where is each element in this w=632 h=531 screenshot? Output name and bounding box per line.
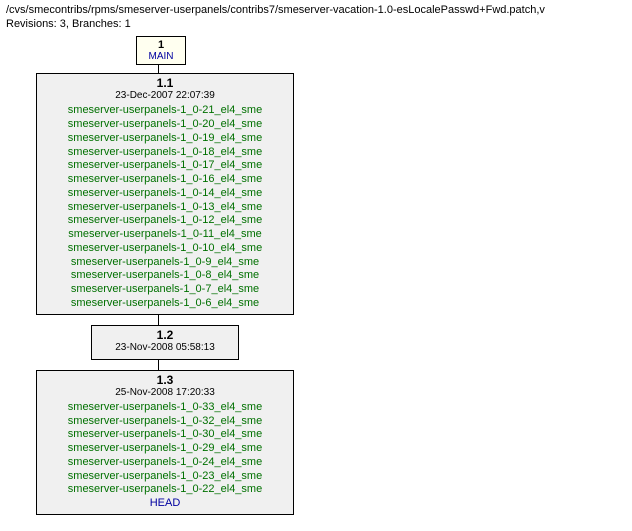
revision-box[interactable]: 1.123-Dec-2007 22:07:39 smeserver-userpan…: [36, 73, 294, 314]
revision-date: 25-Nov-2008 17:20:33: [45, 387, 285, 399]
revision-tag[interactable]: smeserver-userpanels-1_0-32_el4_sme: [45, 415, 285, 429]
revision-date: 23-Nov-2008 05:58:13: [100, 342, 230, 354]
revision-number: 1.1: [45, 77, 285, 90]
revision-tag[interactable]: smeserver-userpanels-1_0-33_el4_sme: [45, 401, 285, 415]
revision-box[interactable]: 1.223-Nov-2008 05:58:13: [91, 325, 239, 360]
revision-date: 23-Dec-2007 22:07:39: [45, 90, 285, 102]
branch-name: MAIN: [141, 51, 181, 62]
revision-tag[interactable]: smeserver-userpanels-1_0-10_el4_sme: [45, 242, 285, 256]
revision-tag[interactable]: smeserver-userpanels-1_0-18_el4_sme: [45, 146, 285, 160]
revisions-summary: Revisions: 3, Branches: 1: [6, 18, 626, 30]
connector: [158, 315, 159, 325]
revision-tag[interactable]: smeserver-userpanels-1_0-12_el4_sme: [45, 214, 285, 228]
connector: [158, 360, 159, 370]
revision-tag[interactable]: smeserver-userpanels-1_0-14_el4_sme: [45, 187, 285, 201]
revision-tag[interactable]: smeserver-userpanels-1_0-6_el4_sme: [45, 297, 285, 311]
revision-tag[interactable]: smeserver-userpanels-1_0-17_el4_sme: [45, 159, 285, 173]
revision-tag[interactable]: smeserver-userpanels-1_0-29_el4_sme: [45, 442, 285, 456]
revision-tag[interactable]: smeserver-userpanels-1_0-22_el4_sme: [45, 483, 285, 497]
revision-tag[interactable]: smeserver-userpanels-1_0-30_el4_sme: [45, 428, 285, 442]
file-path: /cvs/smecontribs/rpms/smeserver-userpane…: [6, 4, 626, 16]
revision-tag[interactable]: smeserver-userpanels-1_0-20_el4_sme: [45, 118, 285, 132]
revision-tag[interactable]: smeserver-userpanels-1_0-13_el4_sme: [45, 201, 285, 215]
revision-tag[interactable]: smeserver-userpanels-1_0-23_el4_sme: [45, 470, 285, 484]
revision-tag[interactable]: smeserver-userpanels-1_0-8_el4_sme: [45, 269, 285, 283]
revision-tag[interactable]: smeserver-userpanels-1_0-19_el4_sme: [45, 132, 285, 146]
revision-tag[interactable]: smeserver-userpanels-1_0-9_el4_sme: [45, 256, 285, 270]
revision-tag[interactable]: smeserver-userpanels-1_0-24_el4_sme: [45, 456, 285, 470]
branch-box-main[interactable]: 1 MAIN: [136, 36, 186, 65]
revision-number: 1.2: [100, 329, 230, 342]
revision-tag[interactable]: smeserver-userpanels-1_0-21_el4_sme: [45, 104, 285, 118]
revision-tag[interactable]: smeserver-userpanels-1_0-7_el4_sme: [45, 283, 285, 297]
revision-tag[interactable]: smeserver-userpanels-1_0-11_el4_sme: [45, 228, 285, 242]
branch-number: 1: [141, 39, 181, 51]
connector: [158, 65, 159, 73]
revision-number: 1.3: [45, 374, 285, 387]
revision-box[interactable]: 1.325-Nov-2008 17:20:33 smeserver-userpan…: [36, 370, 294, 515]
revision-tag[interactable]: smeserver-userpanels-1_0-16_el4_sme: [45, 173, 285, 187]
revision-tree: 1 MAIN 1.123-Dec-2007 22:07:39 smeserver-…: [6, 36, 626, 515]
head-label: HEAD: [45, 497, 285, 511]
